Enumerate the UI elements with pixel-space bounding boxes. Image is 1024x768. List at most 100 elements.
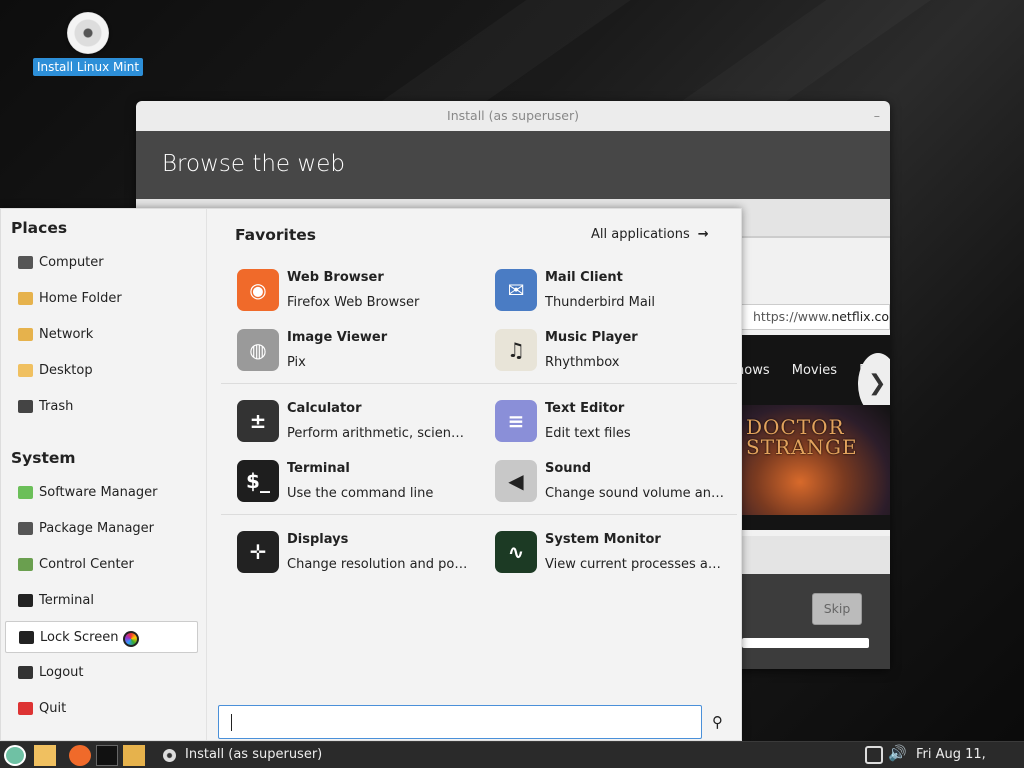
sidebar-item-terminal[interactable]: Terminal bbox=[5, 585, 198, 617]
app-terminal[interactable]: $_ Terminal Use the command line bbox=[237, 456, 487, 512]
terminal-icon bbox=[18, 594, 33, 607]
app-description: View current processes and monitor syste… bbox=[545, 557, 727, 572]
sidebar-item-home-folder[interactable]: Home Folder bbox=[5, 283, 198, 315]
software-manager-icon bbox=[18, 486, 33, 499]
separator bbox=[221, 514, 737, 515]
sidebar-item-label: Terminal bbox=[39, 593, 94, 608]
search-icon[interactable]: ⚲ bbox=[712, 713, 723, 731]
terminal-launcher-icon[interactable] bbox=[96, 745, 118, 766]
sidebar-item-network[interactable]: Network bbox=[5, 319, 198, 351]
app-music-player[interactable]: ♫ Music Player Rhythmbox bbox=[495, 325, 745, 381]
app-mail-client[interactable]: ✉ Mail Client Thunderbird Mail bbox=[495, 265, 745, 321]
files-launcher-icon[interactable] bbox=[123, 745, 145, 766]
app-name: Sound bbox=[545, 461, 592, 476]
app-displays[interactable]: ✛ Displays Change resolution and position … bbox=[237, 527, 487, 583]
window-title: Install (as superuser) bbox=[447, 108, 579, 123]
sidebar-item-trash[interactable]: Trash bbox=[5, 391, 198, 423]
all-applications-label: All applications bbox=[591, 227, 690, 242]
app-calculator[interactable]: ± Calculator Perform arithmetic, scientifi… bbox=[237, 396, 487, 452]
app-description: Rhythmbox bbox=[545, 355, 620, 370]
app-name: Displays bbox=[287, 532, 349, 547]
network-folder-icon bbox=[18, 328, 33, 341]
cursor-icon bbox=[123, 631, 139, 647]
system-title: System bbox=[11, 449, 76, 467]
mint-menu-icon[interactable] bbox=[4, 745, 26, 766]
netflix-menu-item: Movies bbox=[791, 363, 837, 378]
terminal-app-icon: $_ bbox=[237, 460, 279, 502]
displays-icon: ✛ bbox=[237, 531, 279, 573]
system-monitor-icon: ∿ bbox=[495, 531, 537, 573]
app-name: Text Editor bbox=[545, 401, 625, 416]
netflix-page: hows Movies R ❯ DOCTOR STRANGE bbox=[736, 335, 890, 530]
app-system-monitor[interactable]: ∿ System Monitor View current processes an… bbox=[495, 527, 745, 583]
all-applications-button[interactable]: All applications → bbox=[591, 227, 709, 242]
mail-icon: ✉ bbox=[495, 269, 537, 311]
sidebar-item-computer[interactable]: Computer bbox=[5, 247, 198, 279]
clock[interactable]: Fri Aug 11, 20:32 bbox=[916, 742, 1024, 768]
firefox-icon: ◉ bbox=[237, 269, 279, 311]
movie-poster: DOCTOR STRANGE bbox=[740, 405, 890, 515]
installer-heading: Browse the web bbox=[136, 131, 890, 199]
desktop-install-icon[interactable]: Install Linux Mint bbox=[30, 12, 146, 76]
firefox-launcher-icon[interactable] bbox=[69, 745, 91, 766]
favorites-title: Favorites bbox=[235, 226, 316, 244]
url-bar: https://www.netflix.co bbox=[736, 304, 890, 330]
app-name: Image Viewer bbox=[287, 330, 388, 345]
sidebar-item-label: Package Manager bbox=[39, 521, 155, 536]
text-editor-icon: ≡ bbox=[495, 400, 537, 442]
app-name: Mail Client bbox=[545, 270, 623, 285]
app-description: Edit text files bbox=[545, 426, 631, 441]
sidebar-item-label: Computer bbox=[39, 255, 104, 270]
sidebar-item-desktop[interactable]: Desktop bbox=[5, 355, 198, 387]
sidebar-item-lock-screen[interactable]: Lock Screen bbox=[5, 621, 198, 653]
power-icon bbox=[18, 702, 33, 715]
notifications-icon[interactable] bbox=[865, 746, 883, 764]
app-description: Change sound volume and sound events bbox=[545, 486, 727, 501]
disc-icon bbox=[67, 12, 109, 54]
places-title: Places bbox=[11, 219, 68, 237]
start-menu: Places Computer Home Folder Network Desktop… bbox=[0, 208, 742, 741]
app-name: Calculator bbox=[287, 401, 362, 416]
sidebar-item-control-center[interactable]: Control Center bbox=[5, 549, 198, 581]
window-titlebar[interactable]: Install (as superuser) – bbox=[136, 101, 890, 131]
sidebar-item-logout[interactable]: Logout bbox=[5, 657, 198, 689]
sidebar-item-label: Desktop bbox=[39, 363, 93, 378]
taskbar-window-button[interactable]: Install (as superuser) bbox=[158, 742, 322, 768]
browser-screenshot: https://www.netflix.co hows Movies R ❯ D… bbox=[736, 236, 890, 536]
calculator-icon: ± bbox=[237, 400, 279, 442]
sidebar-item-label: Lock Screen bbox=[40, 630, 119, 645]
app-name: Music Player bbox=[545, 330, 638, 345]
sidebar-item-label: Control Center bbox=[39, 557, 134, 572]
menu-sidebar: Places Computer Home Folder Network Desktop… bbox=[1, 209, 207, 740]
sidebar-item-quit[interactable]: Quit bbox=[5, 693, 198, 725]
search-input[interactable] bbox=[218, 705, 702, 739]
sidebar-item-package-manager[interactable]: Package Manager bbox=[5, 513, 198, 545]
app-description: Thunderbird Mail bbox=[545, 295, 656, 310]
music-icon: ♫ bbox=[495, 329, 537, 371]
sidebar-item-software-manager[interactable]: Software Manager bbox=[5, 477, 198, 509]
arrow-right-icon: → bbox=[697, 227, 709, 242]
volume-icon[interactable]: 🔊 bbox=[888, 744, 910, 765]
desktop-folder-icon bbox=[18, 364, 33, 377]
app-description: Pix bbox=[287, 355, 306, 370]
app-web-browser[interactable]: ◉ Web Browser Firefox Web Browser bbox=[237, 265, 487, 321]
sound-icon: ◀ bbox=[495, 460, 537, 502]
sidebar-item-label: Logout bbox=[39, 665, 84, 680]
show-desktop-icon[interactable] bbox=[34, 745, 56, 766]
app-sound[interactable]: ◀ Sound Change sound volume and sound even… bbox=[495, 456, 745, 512]
logout-icon bbox=[18, 666, 33, 679]
sidebar-item-label: Trash bbox=[39, 399, 74, 414]
lock-icon bbox=[19, 631, 34, 644]
minimize-button[interactable]: – bbox=[874, 101, 880, 131]
app-text-editor[interactable]: ≡ Text Editor Edit text files bbox=[495, 396, 745, 452]
app-description: Perform arithmetic, scientific or financ… bbox=[287, 426, 469, 441]
app-name: System Monitor bbox=[545, 532, 661, 547]
app-image-viewer[interactable]: ◍ Image Viewer Pix bbox=[237, 325, 487, 381]
app-description: Use the command line bbox=[287, 486, 434, 501]
app-name: Web Browser bbox=[287, 270, 384, 285]
app-description: Firefox Web Browser bbox=[287, 295, 420, 310]
disc-icon bbox=[163, 749, 176, 762]
separator bbox=[221, 383, 737, 384]
sidebar-item-label: Network bbox=[39, 327, 94, 342]
skip-button[interactable]: Skip bbox=[812, 593, 862, 625]
